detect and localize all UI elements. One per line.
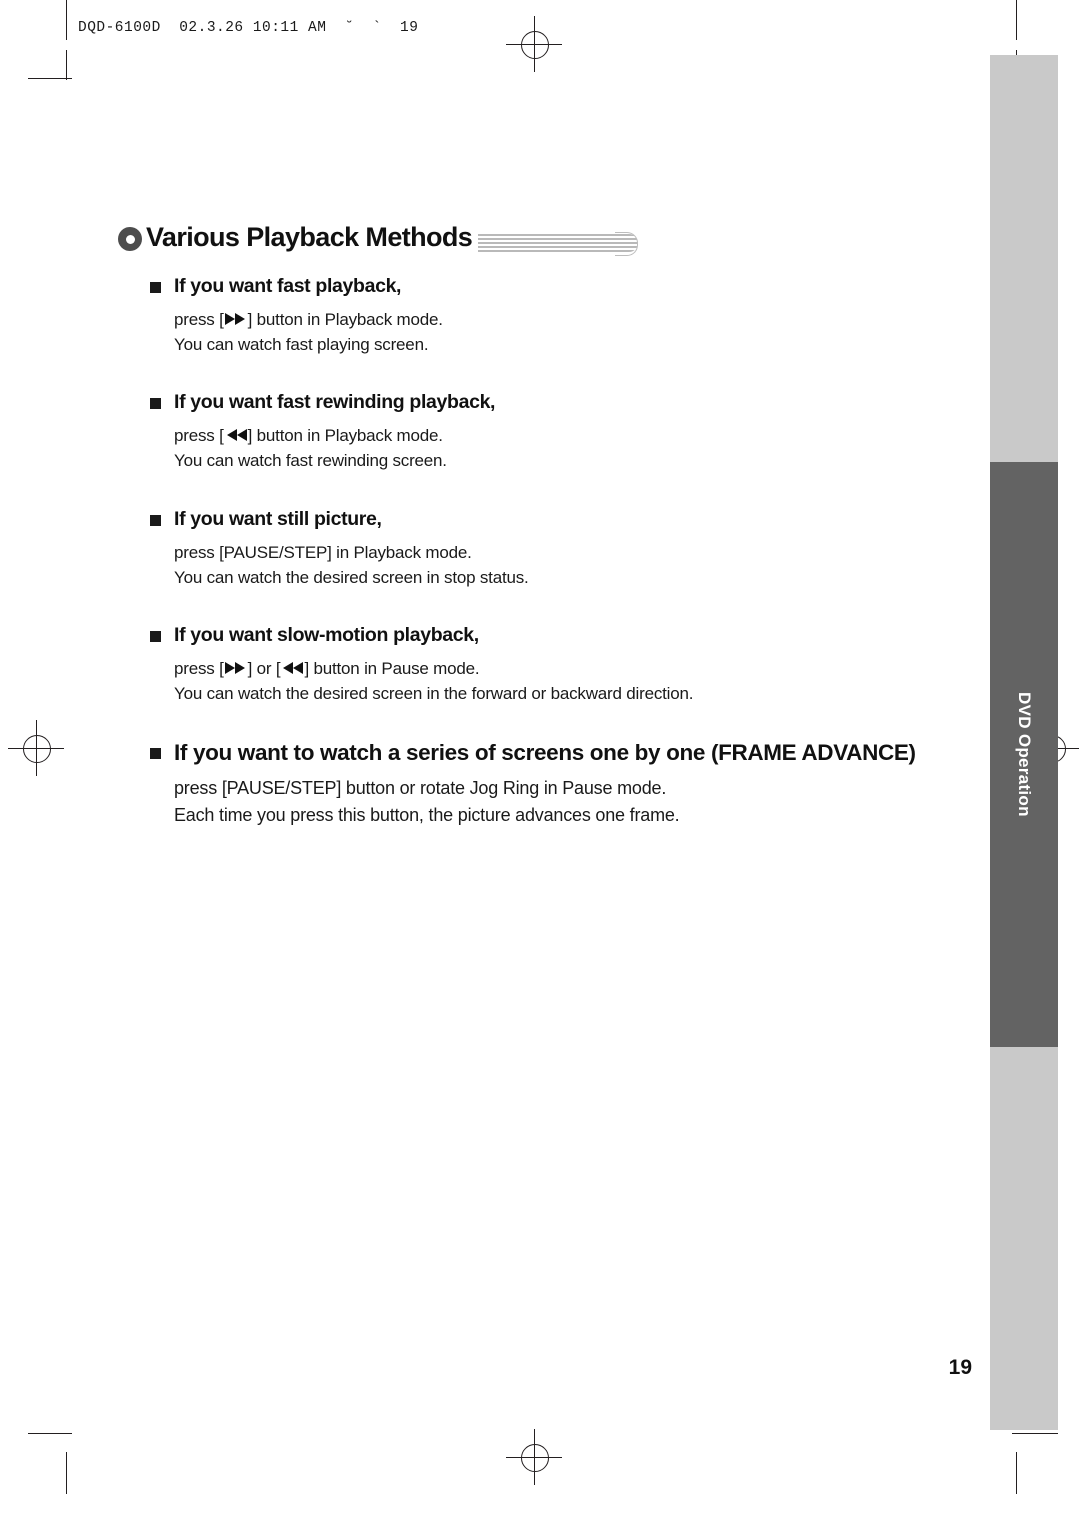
section-body: press [PAUSE/STEP] button or rotate Jog … xyxy=(174,775,970,828)
section-line: press [PAUSE/STEP] in Playback mode. xyxy=(174,542,472,562)
section-body: press [] button in Playback mode. You ca… xyxy=(174,423,970,473)
crop-mark-bottom-right-h xyxy=(1012,1433,1058,1434)
square-bullet-icon xyxy=(150,282,161,293)
section-line: press [] button in Playback mode. xyxy=(174,426,443,446)
section-line: press [] button in Playback mode. xyxy=(174,310,443,329)
registration-mark-bottom-cross-v xyxy=(533,1429,535,1485)
manual-page: DQD-6100D 02.3.26 10:11 AM ˘ ` 19 DVD Op… xyxy=(0,0,1080,1528)
section-body: press [PAUSE/STEP] in Playback mode. You… xyxy=(174,540,970,590)
crop-mark-bottom-left-v xyxy=(66,1452,67,1494)
section-heading-text: If you want fast playback, xyxy=(174,275,402,297)
section-body: press [] or [] button in Pause mode. You… xyxy=(174,656,970,706)
section-heading: If you want still picture, xyxy=(150,508,970,531)
section-line: You can watch the desired screen in stop… xyxy=(174,567,529,587)
registration-mark-top xyxy=(521,31,549,59)
section-heading: If you want fast rewinding playback, xyxy=(150,391,970,414)
section-slow-motion: If you want slow-motion playback, press … xyxy=(150,624,970,706)
page-title: Various Playback Methods xyxy=(146,222,479,253)
crop-mark-top-right-v xyxy=(1016,0,1017,40)
section-heading-text: If you want slow-motion playback, xyxy=(174,623,479,646)
registration-mark-left xyxy=(23,735,51,763)
section-heading-text: If you want still picture, xyxy=(174,507,382,530)
section-line: You can watch fast rewinding screen. xyxy=(174,451,447,471)
crop-mark-bottom-left-h xyxy=(28,1433,72,1434)
section-heading: If you want slow-motion playback, xyxy=(150,624,970,647)
section-heading: If you want fast playback, xyxy=(150,275,970,298)
section-frame-advance: If you want to watch a series of screens… xyxy=(150,740,970,828)
page-title-block: Various Playback Methods xyxy=(118,222,638,258)
fast-forward-icon xyxy=(224,313,247,326)
section-line: You can watch the desired screen in the … xyxy=(174,684,694,704)
side-tab-label-wrap: DVD Operation xyxy=(990,462,1058,1047)
square-bullet-icon xyxy=(150,398,161,410)
crop-mark-top-left-v xyxy=(66,0,67,40)
fast-forward-icon xyxy=(224,661,247,675)
registration-mark-top-cross-v xyxy=(533,16,535,72)
square-bullet-icon xyxy=(150,748,161,760)
section-heading: If you want to watch a series of screens… xyxy=(150,740,970,766)
registration-mark-left-cross-v xyxy=(35,720,37,776)
crop-mark-bottom-right-v xyxy=(1016,1452,1017,1494)
title-rule-cap xyxy=(615,232,638,256)
section-line: Each time you press this button, the pic… xyxy=(174,804,680,825)
circle-bullet-icon xyxy=(118,227,142,251)
rewind-icon xyxy=(281,661,304,675)
section-line: press [] or [] button in Pause mode. xyxy=(174,658,480,678)
section-body: press [] button in Playback mode. You ca… xyxy=(174,307,970,357)
section-fast-rewinding: If you want fast rewinding playback, pre… xyxy=(150,391,970,473)
print-header-code: DQD-6100D 02.3.26 10:11 AM ˘ ` 19 xyxy=(78,20,419,36)
registration-mark-bottom xyxy=(521,1444,549,1472)
square-bullet-icon xyxy=(150,630,161,642)
page-number: 19 xyxy=(948,1356,972,1379)
section-still-picture: If you want still picture, press [PAUSE/… xyxy=(150,508,970,590)
section-heading-text: If you want to watch a series of screens… xyxy=(174,740,916,766)
crop-mark-left-v xyxy=(66,50,67,80)
square-bullet-icon xyxy=(150,514,161,526)
section-heading-text: If you want fast rewinding playback, xyxy=(174,391,496,414)
rewind-icon xyxy=(225,429,247,442)
content-body: If you want fast playback, press [] butt… xyxy=(150,275,970,849)
section-line: You can watch fast playing screen. xyxy=(174,335,429,355)
side-tab-label: DVD Operation xyxy=(1015,692,1034,817)
section-fast-playback: If you want fast playback, press [] butt… xyxy=(150,275,970,357)
section-line: press [PAUSE/STEP] button or rotate Jog … xyxy=(174,778,667,799)
